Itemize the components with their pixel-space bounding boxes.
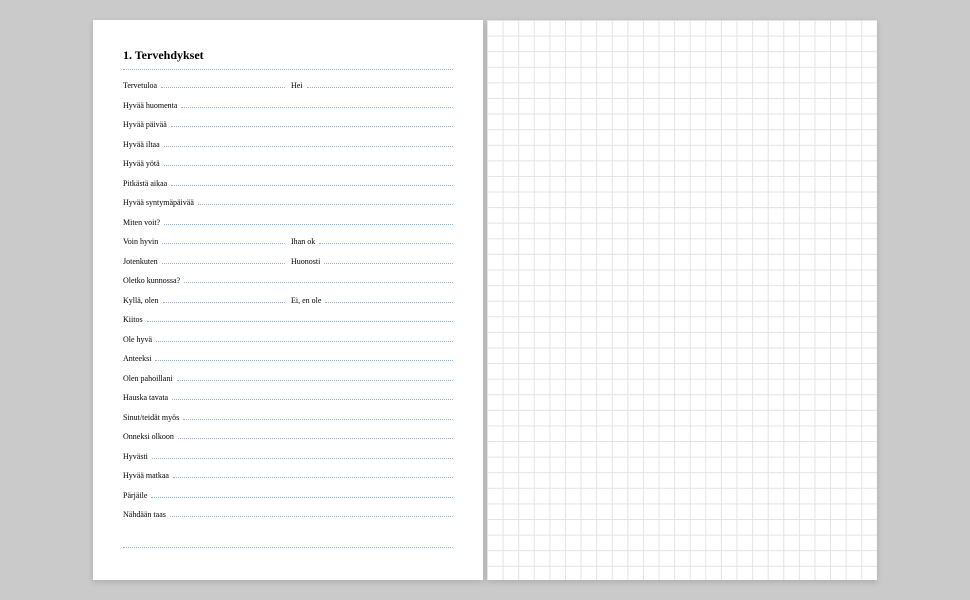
- vocab-row: Voin hyvin Ihan ok: [123, 236, 453, 256]
- vocab-row: Nähdään taas: [123, 509, 453, 529]
- dotted-fill: [147, 314, 453, 322]
- dotted-fill: [172, 392, 453, 400]
- vocab-row: [123, 529, 453, 549]
- vocab-row: Sinut/teidät myös: [123, 412, 453, 432]
- vocab-word: Ole hyvä: [123, 335, 154, 344]
- dotted-fill: [171, 178, 453, 186]
- vocab-word: Kiitos: [123, 315, 145, 324]
- title-underline: [123, 69, 453, 70]
- dotted-fill: [183, 412, 453, 420]
- dotted-fill: [156, 334, 453, 342]
- dotted-fill: [173, 470, 453, 478]
- vocab-row: Pitkästä aikaa: [123, 178, 453, 198]
- vocab-word: Hyvää huomenta: [123, 101, 179, 110]
- vocab-word: Hyvästi: [123, 452, 150, 461]
- dotted-fill: [178, 431, 453, 439]
- dotted-fill: [162, 236, 285, 244]
- right-page-grid: [487, 20, 877, 580]
- dotted-fill: [162, 256, 285, 264]
- vocab-word: Hyvää syntymäpäivää: [123, 198, 196, 207]
- dotted-fill: [324, 256, 453, 264]
- dotted-fill: [161, 80, 285, 88]
- vocab-word: Tervetuloa: [123, 81, 159, 90]
- dotted-fill: [325, 295, 453, 303]
- vocab-word: Hyvää yötä: [123, 159, 162, 168]
- vocab-word: Hyvää matkaa: [123, 471, 171, 480]
- vocab-row: Hauska tavata: [123, 392, 453, 412]
- dotted-fill: [319, 236, 453, 244]
- left-page: 1. Tervehdykset Tervetuloa Hei Hyvää huome…: [93, 20, 483, 580]
- dotted-fill: [164, 217, 453, 225]
- vocab-rows: Tervetuloa Hei Hyvää huomenta Hyvää päivää H…: [123, 80, 453, 548]
- dotted-fill: [177, 373, 453, 381]
- vocab-word: Pärjäile: [123, 491, 149, 500]
- dotted-fill: [171, 119, 453, 127]
- vocab-row: Hyvästi: [123, 451, 453, 471]
- dotted-fill: [151, 490, 453, 498]
- vocab-row: Ole hyvä: [123, 334, 453, 354]
- vocab-row: Jotenkuten Huonosti: [123, 256, 453, 276]
- vocab-word: Huonosti: [291, 257, 322, 266]
- vocab-row: Miten voit?: [123, 217, 453, 237]
- dotted-fill: [155, 353, 453, 361]
- dotted-fill: [184, 275, 453, 283]
- dotted-fill: [152, 451, 453, 459]
- vocab-row: Hyvää päivää: [123, 119, 453, 139]
- vocab-row: Anteeksi: [123, 353, 453, 373]
- vocab-word: Sinut/teidät myös: [123, 413, 181, 422]
- dotted-fill: [198, 197, 453, 205]
- vocab-row: Hyvää matkaa: [123, 470, 453, 490]
- vocab-row: Oletko kunnossa?: [123, 275, 453, 295]
- vocab-word: Oletko kunnossa?: [123, 276, 182, 285]
- vocab-row: Onneksi olkoon: [123, 431, 453, 451]
- vocab-row: Olen pahoillani: [123, 373, 453, 393]
- vocab-row: Hyvää huomenta: [123, 100, 453, 120]
- dotted-fill: [307, 80, 453, 88]
- vocab-row: Tervetuloa Hei: [123, 80, 453, 100]
- dotted-fill: [181, 100, 453, 108]
- vocab-word: Ei, en ole: [291, 296, 323, 305]
- dotted-fill: [164, 158, 453, 166]
- page-spread: 1. Tervehdykset Tervetuloa Hei Hyvää huome…: [93, 20, 877, 580]
- vocab-row: Pärjäile: [123, 490, 453, 510]
- section-title: 1. Tervehdykset: [123, 48, 453, 63]
- vocab-row: Hyvää yötä: [123, 158, 453, 178]
- vocab-word: Olen pahoillani: [123, 374, 175, 383]
- vocab-word: Nähdään taas: [123, 510, 168, 519]
- vocab-word: Pitkästä aikaa: [123, 179, 169, 188]
- vocab-row: Hyvää syntymäpäivää: [123, 197, 453, 217]
- vocab-row: Hyvää iltaa: [123, 139, 453, 159]
- vocab-word: Miten voit?: [123, 218, 162, 227]
- vocab-word: Hei: [291, 81, 305, 90]
- vocab-word: Hauska tavata: [123, 393, 170, 402]
- vocab-word: Jotenkuten: [123, 257, 160, 266]
- vocab-word: Voin hyvin: [123, 237, 160, 246]
- vocab-word: Ihan ok: [291, 237, 317, 246]
- vocab-word: Anteeksi: [123, 354, 153, 363]
- vocab-word: Kyllä, olen: [123, 296, 161, 305]
- vocab-row: Kiitos: [123, 314, 453, 334]
- dotted-fill: [170, 509, 453, 517]
- vocab-word: Hyvää päivää: [123, 120, 169, 129]
- vocab-row: Kyllä, olen Ei, en ole: [123, 295, 453, 315]
- dotted-fill: [164, 139, 453, 147]
- dotted-fill: [163, 295, 285, 303]
- vocab-word: Onneksi olkoon: [123, 432, 176, 441]
- vocab-word: Hyvää iltaa: [123, 140, 162, 149]
